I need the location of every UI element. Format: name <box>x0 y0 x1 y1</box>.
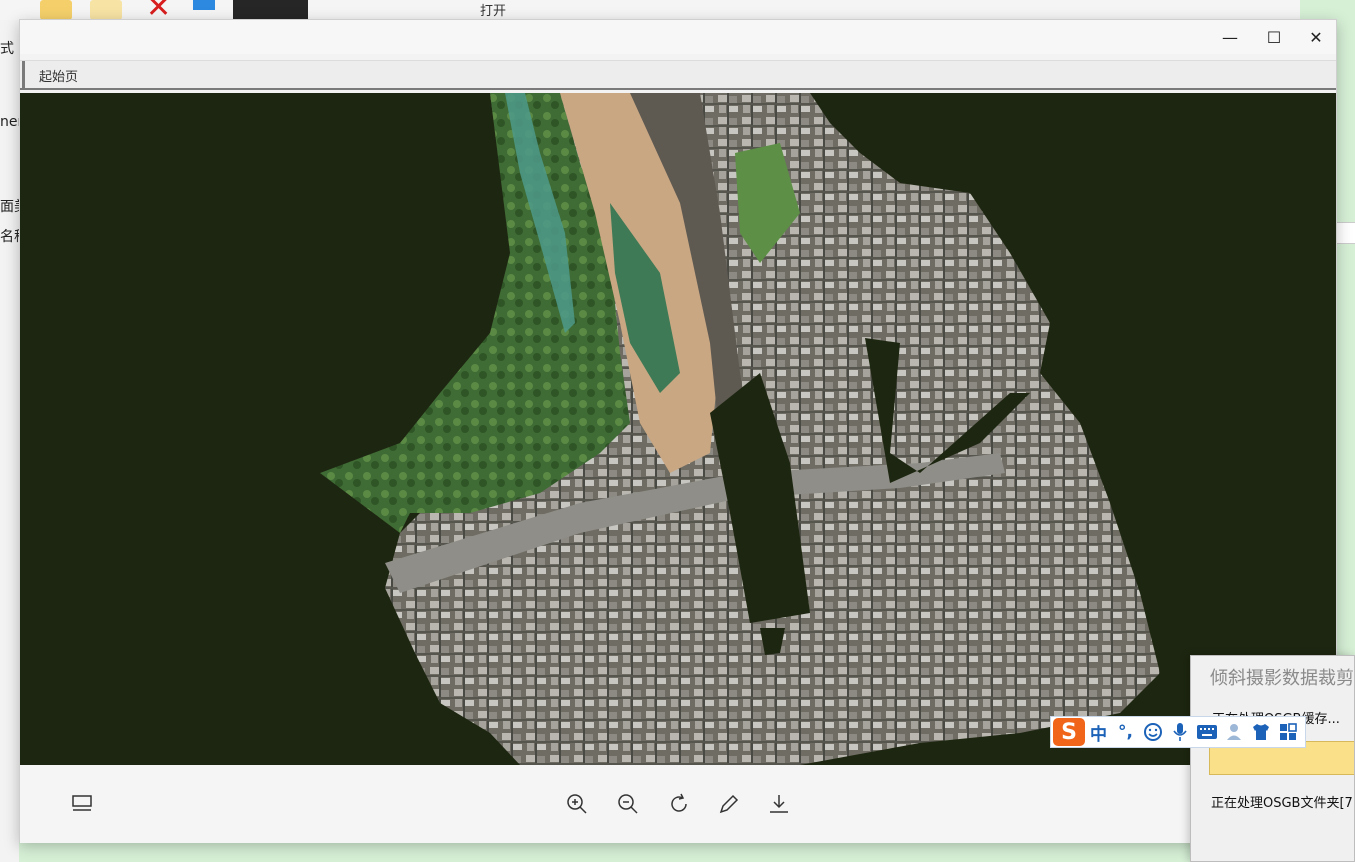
tab-bar: 起始页 <box>20 60 1336 90</box>
edit-icon[interactable] <box>715 790 743 818</box>
close-button[interactable]: ✕ <box>1294 20 1338 54</box>
bg-fragment-1: 式 <box>0 41 14 57</box>
ime-punctuation[interactable]: °, <box>1112 718 1139 746</box>
delete-icon[interactable]: ✕ <box>146 0 178 23</box>
minimize-button[interactable]: — <box>1208 20 1252 54</box>
zoom-out-icon[interactable] <box>614 790 642 818</box>
window-icon[interactable] <box>193 0 215 10</box>
toolbox-grid-icon[interactable] <box>1274 718 1301 746</box>
ime-chinese-mode[interactable]: 中 <box>1085 718 1112 746</box>
dialog-folder-status: 正在处理OSGB文件夹[7 <box>1211 796 1353 811</box>
background-row <box>1336 222 1355 244</box>
progress-dialog: 倾斜摄影数据裁剪 正在处理OSGB缓存... 正在处理OSGB文件夹[7 <box>1190 655 1355 862</box>
open-label[interactable]: 打开 <box>480 0 506 19</box>
emoji-icon[interactable] <box>1139 718 1166 746</box>
dark-tab <box>233 0 308 20</box>
title-bar: — ☐ ✕ <box>20 20 1336 54</box>
keyboard-icon[interactable] <box>1193 718 1220 746</box>
microphone-icon[interactable] <box>1166 718 1193 746</box>
dialog-title: 倾斜摄影数据裁剪 <box>1210 668 1354 689</box>
save-icon[interactable] <box>765 790 793 818</box>
zoom-in-icon[interactable] <box>563 790 591 818</box>
rotate-icon[interactable] <box>665 790 693 818</box>
tab-start-page[interactable]: 起始页 <box>22 61 92 89</box>
copy-icon[interactable] <box>90 0 122 20</box>
image-canvas[interactable] <box>20 93 1336 765</box>
background-left-strip <box>0 20 19 862</box>
background-toolbar: ✕ 打开 <box>0 0 1300 23</box>
sogou-logo-icon[interactable]: S <box>1053 718 1085 746</box>
slideshow-icon[interactable] <box>68 790 96 818</box>
aerial-photo <box>320 93 1160 765</box>
skin-shirt-icon[interactable] <box>1247 718 1274 746</box>
user-icon[interactable] <box>1220 718 1247 746</box>
back-icon[interactable] <box>40 0 72 20</box>
maximize-button[interactable]: ☐ <box>1252 20 1296 54</box>
bottom-toolbar <box>20 765 1336 843</box>
ime-toolbar: S 中 °, <box>1050 716 1306 748</box>
